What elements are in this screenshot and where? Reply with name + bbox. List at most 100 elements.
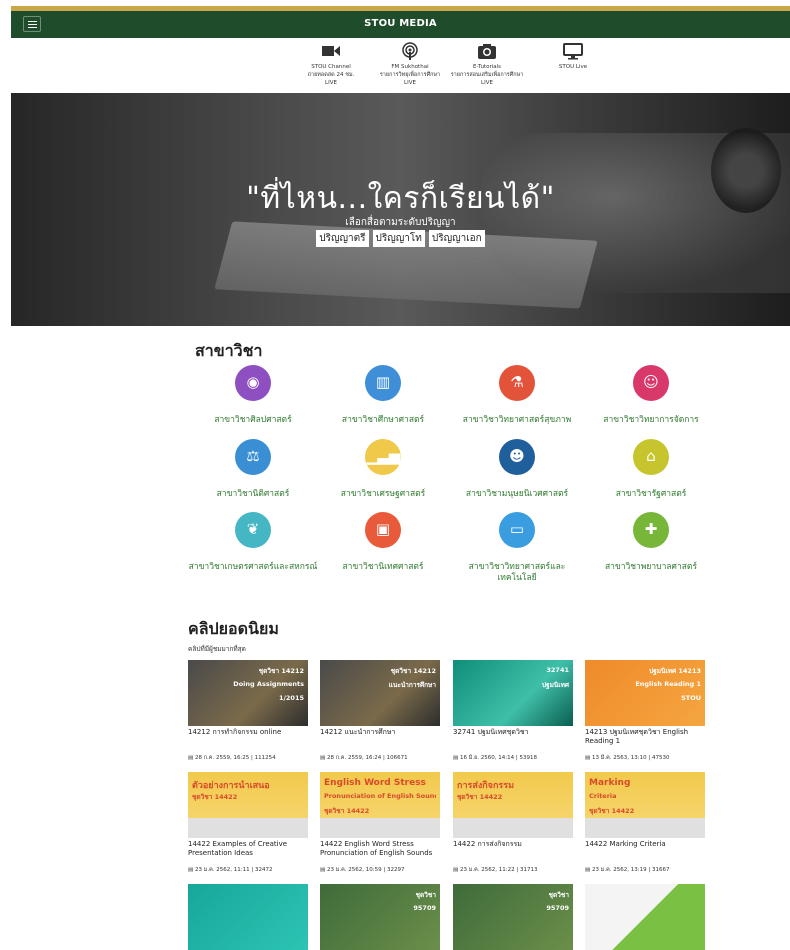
clip-card[interactable]: ชุดวิชา 14212 Doing Assignments 1/2015 1421… <box>188 660 308 762</box>
person-icon: ☻ <box>499 439 535 475</box>
department-label[interactable]: สาขาวิชาวิทยาศาสตร์สุขภาพ <box>452 415 582 426</box>
clip-meta: ▤ 23 ม.ค. 2562, 13:19 | 31667 <box>585 866 705 874</box>
thumbnail-text: ชุดวิชา 14422 <box>457 793 503 801</box>
department-label[interactable]: สาขาวิชาวิทยาศาสตร์และเทคโนโลยี <box>452 562 582 584</box>
department-item[interactable]: ☻ สาขาวิชามนุษยนิเวศศาสตร์ <box>452 439 582 500</box>
thumbnail-text: ชุดวิชา 14422 <box>192 793 238 801</box>
department-item[interactable]: ◉ สาขาวิชาศิลปศาสตร์ <box>188 365 318 426</box>
calendar-icon: ▤ <box>320 755 327 761</box>
thumbnail-text: STOU <box>681 694 701 702</box>
media-item-e-tutorials[interactable]: E-Tutorials รายการสอนเสริมเพื่อการศึกษา … <box>442 42 532 87</box>
clip-card[interactable]: ปฐมนิเทศ 14213 English Reading 1 STOU 14213… <box>585 660 705 762</box>
department-glyph: ◉ <box>246 373 260 391</box>
department-glyph: ▣ <box>375 520 391 538</box>
scales-icon: ⚖ <box>235 439 271 475</box>
clip-card[interactable]: English Word Stress Pronunciation of Engl… <box>320 772 440 874</box>
link-bachelor[interactable]: ปริญญาตรี <box>316 230 369 247</box>
clip-thumbnail[interactable]: ชุดวิชา 95709 <box>453 884 573 950</box>
thumbnail-text: 1/2015 <box>279 694 304 702</box>
clip-title[interactable]: 14422 การส่งกิจกรรม <box>453 840 573 866</box>
department-item[interactable]: ⚗ สาขาวิชาวิทยาศาสตร์สุขภาพ <box>452 365 582 426</box>
clip-thumbnail[interactable]: ชุดวิชา 14212 แนะนำการศึกษา <box>320 660 440 726</box>
department-label[interactable]: สาขาวิชาศิลปศาสตร์ <box>188 415 318 426</box>
media-item-stou-live[interactable]: STOU Live <box>528 42 618 71</box>
clip-card[interactable]: การส่งกิจกรรม ชุดวิชา 14422 14422 การส่งกิ… <box>453 772 573 874</box>
department-item[interactable]: ⚖ สาขาวิชานิติศาสตร์ <box>188 439 318 500</box>
media-item-stou-channel[interactable]: STOU Channel ถ่ายทอดสด 24 ชม. LIVE <box>286 42 376 87</box>
calendar-icon: ▤ <box>585 755 592 761</box>
clip-card[interactable]: ชุดวิชา 95709 <box>320 884 440 950</box>
clip-title[interactable]: 14422 Examples of Creative Presentation … <box>188 840 308 866</box>
degree-level-links: ปริญญาตรี ปริญญาโท ปริญญาเอก <box>11 230 790 247</box>
clip-thumbnail[interactable]: English Word Stress Pronunciation of Engl… <box>320 772 440 838</box>
clip-thumbnail[interactable]: ชุดวิชา 95709 <box>320 884 440 950</box>
department-item[interactable]: ▣ สาขาวิชานิเทศศาสตร์ <box>318 512 448 573</box>
link-doctorate[interactable]: ปริญญาเอก <box>428 230 485 247</box>
calendar-icon: ▤ <box>585 867 592 873</box>
film-camera-icon: ▣ <box>365 512 401 548</box>
clip-title[interactable]: 14213 ปฐมนิเทศชุดวิชา English Reading 1 <box>585 728 705 754</box>
department-item[interactable]: ⌂ สาขาวิชารัฐศาสตร์ <box>586 439 716 500</box>
clip-card[interactable]: ชุดวิชา 14212 แนะนำการศึกษา 14212 แนะนำการ… <box>320 660 440 762</box>
thumbnail-text: ปฐมนิเทศ 14213 <box>649 667 701 675</box>
departments-heading: สาขาวิชา <box>195 341 263 360</box>
clip-card[interactable]: Marking Criteria ชุดวิชา 14422 14422 Markin… <box>585 772 705 874</box>
clip-title[interactable]: 14212 การทำกิจกรรม online <box>188 728 308 754</box>
clip-date-views: 13 มี.ค. 2563, 13:10 | 47530 <box>591 755 670 761</box>
books-icon: ▥ <box>365 365 401 401</box>
leaf-icon: ❦ <box>235 512 271 548</box>
clip-thumbnail[interactable] <box>188 884 308 950</box>
department-item[interactable]: ☺ สาขาวิชาวิทยาการจัดการ <box>586 365 716 426</box>
department-item[interactable]: ❦ สาขาวิชาเกษตรศาสตร์และสหกรณ์ <box>188 512 318 573</box>
clip-thumbnail[interactable]: ปฐมนิเทศ 14213 English Reading 1 STOU <box>585 660 705 726</box>
department-label[interactable]: สาขาวิชานิเทศศาสตร์ <box>318 562 448 573</box>
eye-icon: ◉ <box>235 365 271 401</box>
thumbnail-text: Criteria <box>589 792 617 800</box>
clip-date-views: 28 ก.ค. 2559, 16:25 | 111254 <box>194 755 276 761</box>
thumbnail-text: ชุดวิชา 14422 <box>324 807 370 815</box>
department-item[interactable]: ▁▃▅ สาขาวิชาเศรษฐศาสตร์ <box>318 439 448 500</box>
department-label[interactable]: สาขาวิชาเศรษฐศาสตร์ <box>318 489 448 500</box>
clip-thumbnail[interactable]: การส่งกิจกรรม ชุดวิชา 14422 <box>453 772 573 838</box>
department-glyph: ☺ <box>643 373 659 391</box>
department-label[interactable]: สาขาวิชาวิทยาการจัดการ <box>586 415 716 426</box>
clip-title[interactable]: 14422 Marking Criteria <box>585 840 705 866</box>
department-label[interactable]: สาขาวิชาศึกษาศาสตร์ <box>318 415 448 426</box>
link-master[interactable]: ปริญญาโท <box>372 230 425 247</box>
department-label[interactable]: สาขาวิชารัฐศาสตร์ <box>586 489 716 500</box>
calendar-icon: ▤ <box>188 867 195 873</box>
clip-meta: ▤ 23 ม.ค. 2562, 11:11 | 32472 <box>188 866 308 874</box>
clip-title[interactable]: 14422 English Word Stress Pronunciation … <box>320 840 440 866</box>
clip-meta: ▤ 28 ก.ค. 2559, 16:25 | 111254 <box>188 754 308 762</box>
clip-card[interactable] <box>188 884 308 950</box>
radio-broadcast-icon <box>400 42 420 60</box>
computer-icon: ▭ <box>499 512 535 548</box>
clip-card[interactable]: ชุดวิชา 95709 <box>453 884 573 950</box>
media-item-name: E-Tutorials <box>472 64 502 70</box>
clip-thumbnail[interactable]: ตัวอย่างการนำเสนอ ชุดวิชา 14422 <box>188 772 308 838</box>
calendar-icon: ▤ <box>453 755 460 761</box>
clip-title[interactable]: 32741 ปฐมนิเทศชุดวิชา <box>453 728 573 754</box>
thumbnail-text: English Reading 1 <box>635 680 701 688</box>
clip-thumbnail[interactable]: ชุดวิชา 14212 Doing Assignments 1/2015 <box>188 660 308 726</box>
clip-thumbnail[interactable]: 32741 ปฐมนิเทศ <box>453 660 573 726</box>
clip-thumbnail[interactable]: Marking Criteria ชุดวิชา 14422 <box>585 772 705 838</box>
thumbnail-text: ชุดวิชา 14422 <box>589 807 635 815</box>
media-item-name: STOU Live <box>558 64 588 70</box>
clip-thumbnail[interactable] <box>585 884 705 950</box>
clip-title[interactable]: 14212 แนะนำการศึกษา <box>320 728 440 754</box>
clip-card[interactable]: 32741 ปฐมนิเทศ 32741 ปฐมนิเทศชุดวิชา ▤ 16 ม… <box>453 660 573 762</box>
department-item[interactable]: ✚ สาขาวิชาพยาบาลศาสตร์ <box>586 512 716 573</box>
department-label[interactable]: สาขาวิชานิติศาสตร์ <box>188 489 318 500</box>
department-label[interactable]: สาขาวิชาพยาบาลศาสตร์ <box>586 562 716 573</box>
department-label[interactable]: สาขาวิชามนุษยนิเวศศาสตร์ <box>452 489 582 500</box>
clip-date-views: 23 ม.ค. 2562, 10:59 | 32297 <box>326 867 405 873</box>
department-item[interactable]: ▥ สาขาวิชาศึกษาศาสตร์ <box>318 365 448 426</box>
clip-card[interactable] <box>585 884 705 950</box>
department-item[interactable]: ▭ สาขาวิชาวิทยาศาสตร์และเทคโนโลยี <box>452 512 582 584</box>
department-glyph: ▥ <box>375 373 391 391</box>
department-glyph: ❦ <box>246 520 260 538</box>
media-item-status: LIVE <box>481 80 493 86</box>
department-label[interactable]: สาขาวิชาเกษตรศาสตร์และสหกรณ์ <box>188 562 318 573</box>
clip-card[interactable]: ตัวอย่างการนำเสนอ ชุดวิชา 14422 14422 Exam… <box>188 772 308 874</box>
